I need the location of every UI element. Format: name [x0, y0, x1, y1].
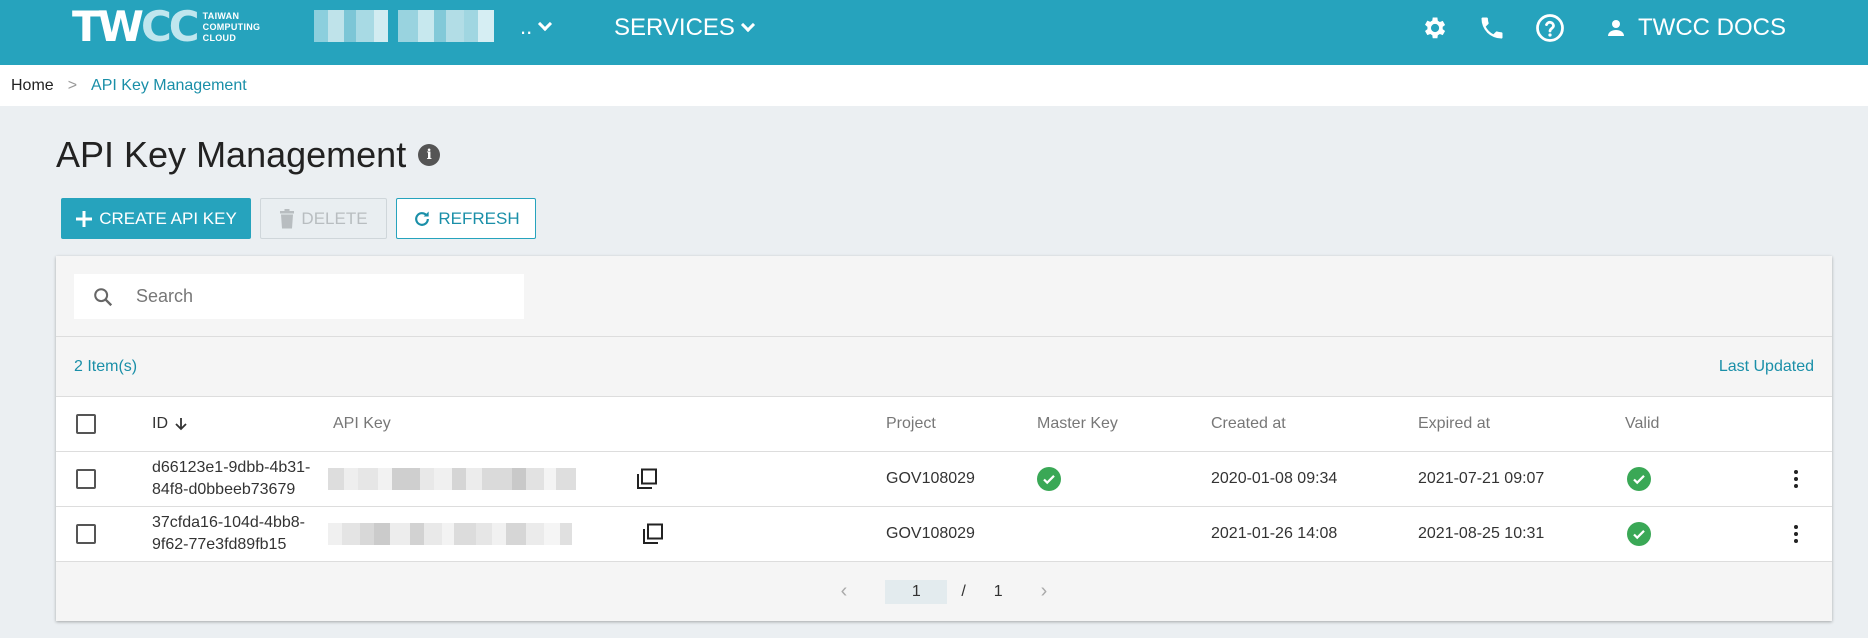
row-more-icon[interactable]: [1794, 452, 1798, 506]
prev-page-icon[interactable]: ‹: [841, 580, 848, 603]
item-count: 2 Item(s): [74, 357, 138, 375]
copy-icon[interactable]: [642, 507, 664, 561]
api-key-table: ID API Key Project Master Key Created at…: [56, 396, 1832, 562]
valid-check-icon: [1627, 452, 1651, 506]
page-separator: /: [961, 582, 966, 600]
delete-label: DELETE: [301, 208, 368, 228]
master-key-check-icon: [1037, 452, 1061, 506]
row-checkbox[interactable]: [76, 524, 96, 544]
column-header-project: Project: [886, 415, 936, 432]
search-icon: [94, 287, 113, 306]
plus-icon: [76, 210, 93, 227]
search-box[interactable]: [74, 274, 524, 319]
info-icon[interactable]: i: [418, 144, 441, 166]
docs-label: TWCC DOCS: [1638, 14, 1786, 41]
column-header-valid: Valid: [1625, 415, 1660, 432]
refresh-button[interactable]: REFRESH: [396, 198, 536, 239]
breadcrumb: Home > API Key Management: [0, 65, 1868, 106]
created-at-cell: 2021-01-26 14:08: [1211, 525, 1338, 542]
created-at-cell: 2020-01-08 09:34: [1211, 470, 1338, 487]
create-api-key-label: CREATE API KEY: [99, 208, 237, 228]
project-selector[interactable]: ..: [520, 14, 553, 40]
redacted-project-name[interactable]: [314, 10, 494, 42]
table-header-row: ID API Key Project Master Key Created at…: [56, 397, 1832, 452]
project-cell: GOV108029: [886, 470, 975, 487]
sort-descending-icon: [175, 418, 187, 431]
api-key-id: d66123e1-9dbb-4b31- 84f8-d0bbeeb73679: [152, 459, 311, 498]
pagination: ‹ 1 / 1 ›: [56, 562, 1832, 621]
search-input[interactable]: [136, 286, 476, 307]
logo-text-tw: TW: [72, 2, 144, 51]
page-title: API Key Management: [56, 134, 407, 175]
chevron-down-icon: [740, 17, 756, 33]
last-updated-link[interactable]: Last Updated: [1719, 358, 1814, 376]
total-pages: 1: [993, 582, 1003, 600]
column-header-created-at: Created at: [1211, 415, 1286, 432]
expired-at-cell: 2021-07-21 09:07: [1418, 470, 1545, 487]
list-toolbar: 2 Item(s) Last Updated: [56, 336, 1832, 396]
delete-button[interactable]: DELETE: [260, 198, 387, 239]
api-key-value-redacted: [328, 452, 576, 506]
twcc-logo[interactable]: TWCC TAIWAN COMPUTING CLOUD: [72, 6, 261, 48]
table-row[interactable]: 37cfda16-104d-4bb8- 9f62-77e3fd89fb15 GOV…: [56, 507, 1832, 562]
row-checkbox[interactable]: [76, 469, 96, 489]
current-page-input[interactable]: 1: [885, 579, 948, 604]
column-header-id[interactable]: ID: [152, 397, 188, 451]
phone-icon[interactable]: [1476, 12, 1508, 44]
select-all-checkbox[interactable]: [76, 414, 96, 434]
column-header-master-key: Master Key: [1037, 415, 1118, 432]
twcc-docs-link[interactable]: TWCC DOCS: [1604, 14, 1786, 42]
api-key-value-redacted: [328, 507, 572, 561]
help-icon[interactable]: [1534, 12, 1566, 44]
column-header-api-key: API Key: [333, 415, 391, 432]
table-row[interactable]: d66123e1-9dbb-4b31- 84f8-d0bbeeb73679 GOV…: [56, 452, 1832, 507]
project-cell: GOV108029: [886, 525, 975, 542]
copy-icon[interactable]: [636, 452, 658, 506]
refresh-icon: [415, 211, 430, 226]
column-header-expired-at: Expired at: [1418, 415, 1491, 432]
services-menu[interactable]: SERVICES: [614, 14, 756, 42]
chevron-down-icon: [538, 16, 553, 32]
breadcrumb-current[interactable]: API Key Management: [91, 77, 247, 95]
expired-at-cell: 2021-08-25 10:31: [1418, 525, 1545, 542]
user-icon: [1608, 20, 1624, 36]
page-title-row: API Key Management i: [56, 134, 441, 176]
top-navbar: TWCC TAIWAN COMPUTING CLOUD .. SERVICES …: [0, 0, 1868, 65]
gear-icon[interactable]: [1418, 12, 1450, 44]
trash-icon: [280, 208, 295, 228]
next-page-icon[interactable]: ›: [1041, 580, 1048, 603]
breadcrumb-separator: >: [67, 76, 78, 94]
api-key-id: 37cfda16-104d-4bb8- 9f62-77e3fd89fb15: [152, 514, 306, 553]
valid-check-icon: [1627, 507, 1651, 561]
logo-text-cc: CC: [140, 2, 200, 51]
breadcrumb-home[interactable]: Home: [11, 77, 54, 95]
create-api-key-button[interactable]: CREATE API KEY: [61, 198, 251, 239]
services-label: SERVICES: [614, 14, 735, 41]
row-more-icon[interactable]: [1794, 507, 1798, 561]
refresh-label: REFRESH: [438, 208, 520, 228]
api-key-list-card: 2 Item(s) Last Updated ID API Key Projec…: [56, 256, 1832, 621]
project-selector-ellipsis: ..: [520, 14, 533, 39]
logo-subtitle: TAIWAN COMPUTING CLOUD: [202, 10, 261, 43]
